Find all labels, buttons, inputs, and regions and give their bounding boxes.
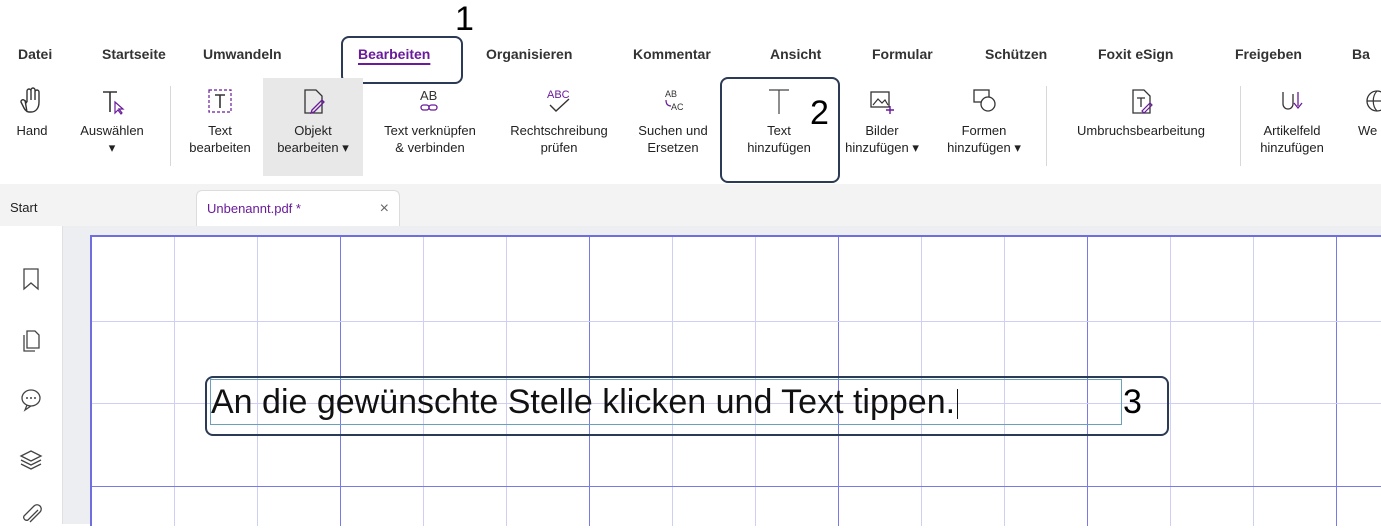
callout-number-3: 3: [1123, 383, 1142, 421]
menu-umwandeln[interactable]: Umwandeln: [203, 46, 282, 62]
document-tabs-bar: Start Unbenannt.pdf * ×: [0, 184, 1381, 227]
menu-datei[interactable]: Datei: [18, 46, 52, 62]
menu-formular[interactable]: Formular: [872, 46, 933, 62]
find-replace-icon-letters-ab: AB: [665, 89, 677, 99]
ribbon-separator: [170, 86, 171, 166]
select-button[interactable]: Auswählen ▾: [66, 78, 158, 176]
spellcheck-icon: ABC: [547, 89, 570, 112]
menu-freigeben[interactable]: Freigeben: [1235, 46, 1302, 62]
article-icon: [1282, 92, 1303, 110]
tab-start-label: Start: [10, 200, 38, 215]
grid-line: [92, 321, 1381, 322]
hand-icon: [20, 87, 40, 113]
bookmark-icon[interactable]: [18, 266, 44, 292]
spellcheck-label-2: prüfen: [540, 140, 578, 155]
menu-schuetzen[interactable]: Schützen: [985, 46, 1047, 62]
attachment-icon[interactable]: [18, 502, 44, 528]
globe-icon: [1366, 90, 1381, 112]
edit-object-label-1: Objekt: [294, 123, 332, 138]
comment-icon[interactable]: [18, 386, 44, 412]
grid-line: [1336, 237, 1337, 526]
navigation-sidebar: [0, 226, 63, 524]
link-text-label-2: & verbinden: [395, 140, 465, 155]
tab-close-button[interactable]: ×: [380, 191, 389, 227]
reflow-edit-button[interactable]: Umbruchsbearbeitung: [1050, 78, 1232, 176]
edit-object-label-2: bearbeiten ▾: [277, 140, 349, 155]
grid-line: [174, 237, 175, 526]
ribbon-separator: [1240, 86, 1241, 166]
layers-icon[interactable]: [18, 446, 44, 472]
find-replace-icon: AB AC: [665, 89, 684, 112]
add-images-button[interactable]: Bilder hinzufügen ▾: [836, 78, 928, 176]
link-text-label-1: Text verknüpfen: [384, 123, 476, 138]
edit-object-icon: [304, 89, 325, 115]
reflow-edit-label: Umbruchsbearbeitung: [1077, 123, 1205, 138]
add-images-label-1: Bilder: [865, 123, 899, 138]
callout-box-3: [205, 376, 1169, 436]
hand-button[interactable]: Hand: [2, 78, 62, 176]
callout-number-2: 2: [810, 94, 829, 132]
menu-ansicht[interactable]: Ansicht: [770, 46, 821, 62]
reflow-edit-icon: [1132, 89, 1153, 114]
ribbon-separator: [1046, 86, 1047, 166]
menu-bar: Datei Startseite Umwandeln Bearbeiten Or…: [0, 0, 1381, 78]
add-shapes-label-1: Formen: [961, 123, 1007, 138]
link-text-button[interactable]: AB Text verknüpfen & verbinden: [368, 78, 492, 176]
find-replace-label-2: Ersetzen: [647, 140, 699, 155]
add-article-label-2: hinzufügen: [1260, 140, 1324, 155]
image-icon: [870, 91, 894, 114]
select-dropdown-arrow: ▾: [108, 140, 116, 155]
edit-text-label-2: bearbeiten: [189, 140, 251, 155]
tab-start[interactable]: Start: [0, 190, 190, 226]
edit-text-icon: [208, 89, 232, 113]
callout-box-1: [341, 36, 463, 84]
link-text-icon-letters: AB: [420, 88, 437, 103]
select-text-icon: [103, 91, 125, 115]
add-shapes-button[interactable]: Formen hinzufügen ▾: [934, 78, 1034, 176]
spellcheck-icon-letters: ABC: [547, 89, 570, 101]
add-shapes-label-2: hinzufügen ▾: [947, 140, 1021, 155]
hand-label: Hand: [16, 123, 48, 138]
menu-ba[interactable]: Ba: [1352, 46, 1370, 62]
add-images-label-2: hinzufügen ▾: [845, 140, 919, 155]
menu-startseite[interactable]: Startseite: [102, 46, 166, 62]
grid-line: [1170, 237, 1171, 526]
edit-object-button[interactable]: Objekt bearbeiten ▾: [263, 78, 363, 176]
find-replace-icon-letters-ac: AC: [671, 102, 684, 112]
edit-text-button[interactable]: Text bearbeiten: [180, 78, 260, 176]
tab-file[interactable]: Unbenannt.pdf * ×: [196, 190, 400, 227]
spellcheck-button[interactable]: ABC Rechtschreibung prüfen: [494, 78, 624, 176]
callout-number-1: 1: [455, 0, 474, 38]
link-text-icon: AB: [420, 88, 438, 111]
find-replace-label-1: Suchen und: [638, 123, 708, 138]
menu-kommentar[interactable]: Kommentar: [633, 46, 711, 62]
spellcheck-label-1: Rechtschreibung: [510, 123, 608, 138]
pages-icon[interactable]: [18, 328, 44, 354]
menu-foxit-esign[interactable]: Foxit eSign: [1098, 46, 1173, 62]
grid-line: [92, 486, 1381, 487]
web-link-label: We: [1358, 123, 1378, 138]
shapes-icon: [973, 89, 996, 112]
menu-organisieren[interactable]: Organisieren: [486, 46, 572, 62]
select-label: Auswählen: [80, 123, 144, 138]
find-replace-button[interactable]: AB AC Suchen und Ersetzen: [626, 78, 720, 176]
grid-line: [1253, 237, 1254, 526]
add-article-label-1: Artikelfeld: [1263, 123, 1321, 138]
tab-file-label: Unbenannt.pdf *: [207, 201, 301, 216]
add-article-button[interactable]: Artikelfeld hinzufügen: [1244, 78, 1340, 176]
web-link-button[interactable]: We: [1352, 78, 1381, 176]
edit-text-label-1: Text: [208, 123, 232, 138]
